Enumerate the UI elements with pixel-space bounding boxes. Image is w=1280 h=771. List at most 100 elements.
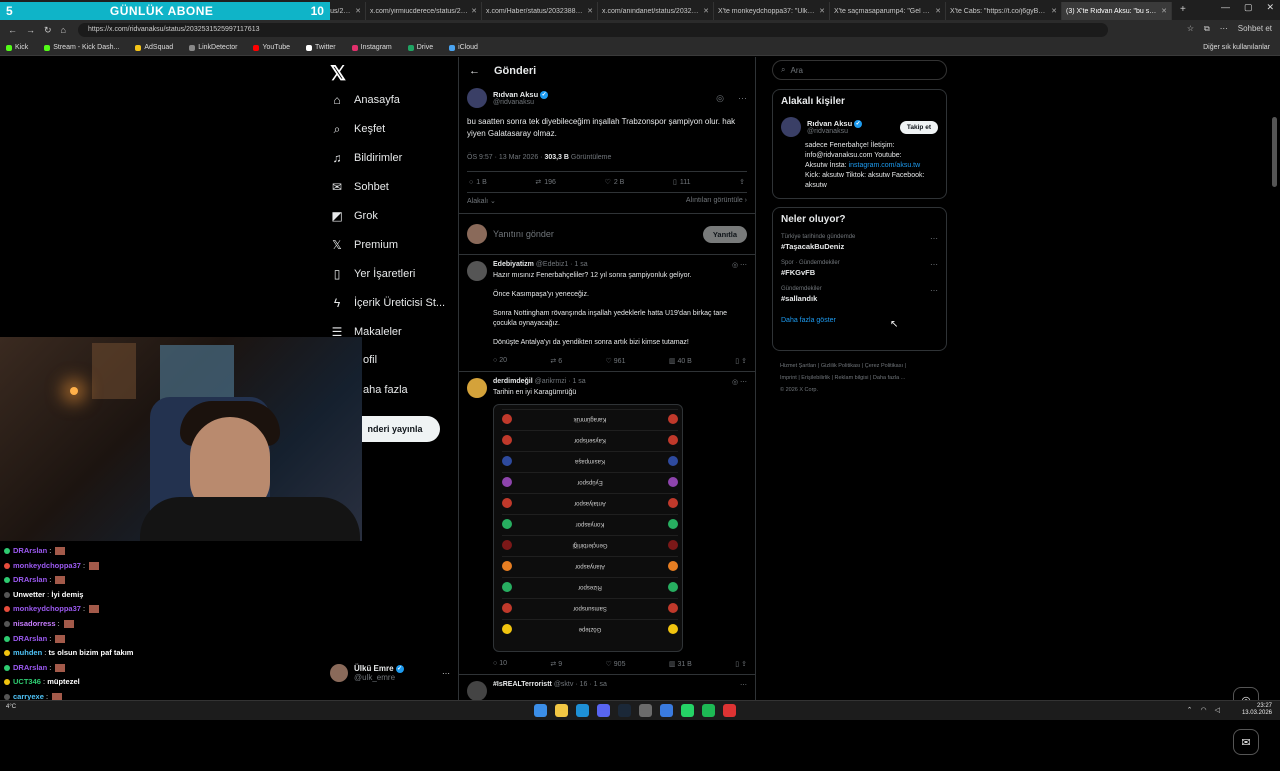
menu-icon[interactable]: ⋯ bbox=[1220, 24, 1228, 34]
chat-username[interactable]: DRArslan bbox=[13, 663, 47, 672]
reply-action[interactable]: ○ 10 bbox=[493, 660, 507, 668]
bookmark-item[interactable]: Drive bbox=[407, 44, 433, 51]
steam-icon[interactable] bbox=[618, 704, 631, 717]
like-action[interactable]: ♡ 2 B bbox=[605, 178, 625, 187]
bookmark-item[interactable]: iCloud bbox=[449, 44, 478, 51]
reply-post[interactable]: Edebiyatizm @Edebiz1 · 1 sa ◎ ⋯ Hazır mıs… bbox=[459, 255, 755, 372]
back-arrow-icon[interactable]: ← bbox=[469, 65, 480, 77]
footer-row[interactable]: Imprint | Erişilebilirlik | Reklam bilgi… bbox=[780, 372, 945, 384]
chat-username[interactable]: DRArslan bbox=[13, 634, 47, 643]
browser-tab[interactable]: x.com/anindanet/status/203232... ✕ bbox=[598, 2, 714, 20]
bookmark-item[interactable]: Twitter bbox=[306, 44, 336, 51]
bookmark-icon[interactable]: ▯ ⇪ bbox=[735, 357, 747, 365]
bookmark-item[interactable]: Kick bbox=[6, 44, 28, 51]
share-icon[interactable]: ⇪ bbox=[739, 178, 745, 186]
profile-menu[interactable]: Sohbet et bbox=[1238, 24, 1272, 34]
reply-post[interactable]: derdimdeğil @arikrmzi · 1 sa ◎ ⋯ Tarihin … bbox=[459, 372, 755, 675]
view-quotes-link[interactable]: Alıntıları görüntüle › bbox=[686, 197, 747, 205]
scrollbar[interactable] bbox=[1272, 117, 1277, 187]
close-window-icon[interactable]: ✕ bbox=[1266, 2, 1274, 13]
nav-more[interactable]: aha fazla bbox=[363, 384, 408, 396]
more-icon[interactable]: ⋯ bbox=[930, 234, 938, 243]
nav-notifications[interactable]: ♫ Bildirimler bbox=[330, 151, 403, 165]
author-handle[interactable]: @ridvanaksu bbox=[493, 99, 710, 106]
start-icon[interactable] bbox=[534, 704, 547, 717]
close-icon[interactable]: ✕ bbox=[819, 7, 825, 15]
close-icon[interactable]: ✕ bbox=[1051, 7, 1057, 15]
spotify-icon[interactable] bbox=[702, 704, 715, 717]
avatar[interactable] bbox=[467, 261, 487, 281]
nav-messages[interactable]: ✉ Sohbet bbox=[330, 180, 389, 194]
chevron-up-icon[interactable]: ⌃ bbox=[1187, 706, 1193, 714]
author-name[interactable]: #IsREALTerroristt bbox=[493, 681, 552, 688]
nav-grok[interactable]: ◩ Grok bbox=[330, 209, 378, 223]
trend-item[interactable]: Spor · Gündemdekiler #FKGvFB ⋯ bbox=[781, 260, 938, 277]
browser-tab[interactable]: X'te saçmasaparump4: "Gel gu ta...✕ bbox=[830, 2, 946, 20]
app-icon[interactable] bbox=[639, 704, 652, 717]
chat-username[interactable]: monkeydchoppa37 bbox=[13, 604, 81, 613]
repost-action[interactable]: ⇄ 196 bbox=[535, 178, 556, 187]
volume-icon[interactable]: ◁ bbox=[1215, 706, 1220, 714]
instagram-link[interactable]: instagram.com/aksu.tw bbox=[849, 162, 921, 169]
nav-home[interactable]: ⌂ Anasayfa bbox=[330, 93, 400, 107]
mail-icon[interactable]: ✉ bbox=[1233, 729, 1259, 755]
weather-widget[interactable]: 4°C bbox=[6, 704, 16, 710]
maximize-icon[interactable]: ▢ bbox=[1244, 2, 1253, 13]
chat-username[interactable]: muhden bbox=[13, 648, 42, 657]
chat-username[interactable]: monkeydchoppa37 bbox=[13, 561, 81, 570]
chat-username[interactable]: UCT346 bbox=[13, 677, 41, 686]
author-name[interactable]: derdimdeğil bbox=[493, 378, 533, 385]
chat-username[interactable]: DRArslan bbox=[13, 546, 47, 555]
minimize-icon[interactable]: — bbox=[1221, 2, 1230, 13]
back-icon[interactable]: ← bbox=[8, 25, 17, 36]
trend-item[interactable]: Türkiye tarihinde gündemde #TaşacakBuDen… bbox=[781, 234, 938, 251]
nav-premium[interactable]: 𝕏 Premium bbox=[330, 238, 398, 252]
repost-action[interactable]: ⇄ 9 bbox=[550, 660, 562, 668]
extensions-icon[interactable]: ⧉ bbox=[1204, 24, 1210, 34]
search-input[interactable]: ⌕ Ara bbox=[772, 60, 947, 80]
app-icon[interactable] bbox=[723, 704, 736, 717]
browser-tab-active[interactable]: (3) X'te Rıdvan Aksu: "bu saatten...✕ bbox=[1062, 2, 1172, 20]
app-icon[interactable] bbox=[660, 704, 673, 717]
avatar[interactable] bbox=[781, 117, 801, 137]
views-action[interactable]: ▥ 31 B bbox=[669, 660, 692, 668]
wifi-icon[interactable]: ◠ bbox=[1201, 706, 1207, 714]
like-action[interactable]: ♡ 961 bbox=[606, 357, 626, 365]
trend-item[interactable]: Gündemdekiler #sallandık ⋯ bbox=[781, 286, 938, 303]
new-tab-icon[interactable]: + bbox=[1180, 4, 1186, 15]
reply-input[interactable]: Yanıtını gönder bbox=[493, 229, 697, 239]
url-field[interactable]: https://x.com/ridvanaksu/status/20325315… bbox=[78, 23, 1108, 37]
browser-tab[interactable]: x.com/yirmiucderece/status/2032... ✕ bbox=[366, 2, 482, 20]
author-name[interactable]: Rıdvan Aksu bbox=[493, 90, 538, 99]
bookmark-item[interactable]: Stream - Kick Dash... bbox=[44, 44, 119, 51]
sort-dropdown[interactable]: Alakalı ⌄ bbox=[467, 197, 496, 205]
like-action[interactable]: ♡ 905 bbox=[606, 660, 626, 668]
more-icon[interactable]: ⋯ bbox=[930, 260, 938, 269]
forward-icon[interactable]: → bbox=[26, 25, 35, 36]
file-explorer-icon[interactable] bbox=[555, 704, 568, 717]
more-icon[interactable]: ⋯ bbox=[930, 286, 938, 295]
author-name[interactable]: Edebiyatizm bbox=[493, 261, 534, 268]
close-icon[interactable]: ✕ bbox=[703, 7, 709, 15]
person-name[interactable]: Rıdvan Aksu bbox=[807, 119, 852, 128]
clock[interactable]: 23:27 13.03.2026 bbox=[1242, 703, 1272, 717]
repost-action[interactable]: ⇄ 6 bbox=[550, 357, 562, 365]
close-icon[interactable]: ✕ bbox=[587, 7, 593, 15]
nav-explore[interactable]: ⌕ Keşfet bbox=[330, 122, 386, 136]
more-icon[interactable]: ⋯ bbox=[738, 93, 747, 104]
footer-row[interactable]: Hizmet Şartları | Gizlilik Politikası | … bbox=[780, 360, 945, 372]
more-icon[interactable]: ⋯ bbox=[740, 681, 747, 689]
browser-tab[interactable]: x.com/Haber/status/2032388809... ✕ bbox=[482, 2, 598, 20]
nav-profile[interactable]: ofil bbox=[363, 354, 377, 366]
more-icon[interactable]: ⋯ bbox=[442, 669, 450, 678]
browser-tab[interactable]: X'te Cabs: "https://t.co/j6gyBBM... ✕ bbox=[946, 2, 1062, 20]
discord-icon[interactable] bbox=[597, 704, 610, 717]
home-icon[interactable]: ⌂ bbox=[61, 25, 66, 36]
nav-creator-studio[interactable]: ϟ İçerik Üreticisi St... bbox=[330, 296, 445, 310]
bookmark-item[interactable]: AdSquad bbox=[135, 44, 173, 51]
chat-username[interactable]: Unwetter bbox=[13, 590, 45, 599]
reply-button[interactable]: Yanıtla bbox=[702, 225, 747, 243]
avatar[interactable] bbox=[467, 681, 487, 700]
bookmark-item[interactable]: Instagram bbox=[351, 44, 392, 51]
reply-action[interactable]: ○ 20 bbox=[493, 357, 507, 365]
